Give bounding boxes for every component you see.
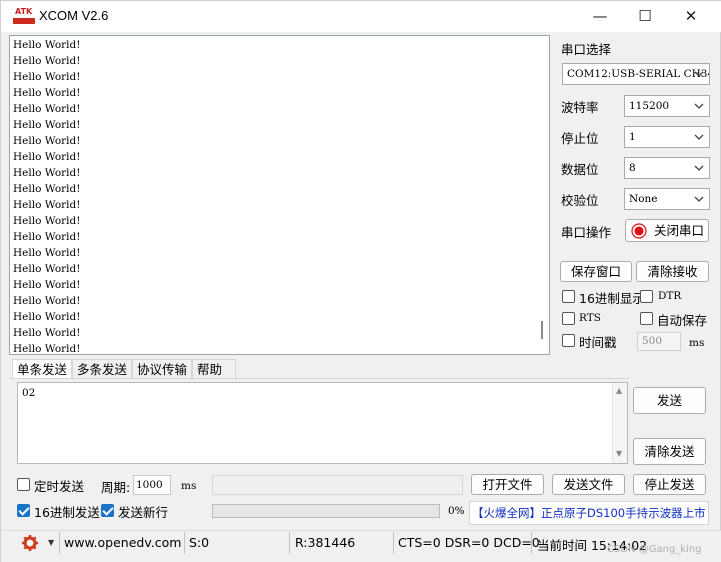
received-count[interactable]: R:381446 (295, 535, 355, 550)
hex-send-checkbox[interactable] (17, 504, 30, 517)
send-newline-label: 发送新行 (118, 505, 169, 520)
chevron-down-icon (694, 71, 704, 77)
tab-single-send[interactable]: 单条发送 (12, 359, 72, 379)
save-window-button[interactable]: 保存窗口 (560, 261, 632, 282)
timestamp-input[interactable]: 500 (637, 332, 681, 351)
send-button[interactable]: 发送 (633, 387, 706, 414)
receive-line: Hello World! (13, 311, 81, 323)
receive-line: Hello World! (13, 231, 81, 243)
receive-line: Hello World! (13, 247, 81, 259)
send-input[interactable]: 02 (17, 382, 628, 464)
open-file-button[interactable]: 打开文件 (471, 474, 544, 495)
receive-line: Hello World! (13, 279, 81, 291)
xcom-window: ATK XCOM V2.6 — ☐ ✕ Hello World! Hello Wo… (0, 0, 721, 562)
rts-label: RTS (579, 312, 601, 324)
title-bar: ATK XCOM V2.6 — ☐ ✕ (1, 1, 721, 32)
receive-line: Hello World! (13, 343, 81, 355)
atk-logo-icon: ATK (13, 7, 35, 27)
receive-line: Hello World! (13, 183, 81, 195)
hex-send-label: 16进制发送 (34, 505, 100, 520)
receive-line: Hello World! (13, 215, 81, 227)
website-link[interactable]: www.openedv.com (64, 535, 181, 550)
status-separator (289, 532, 290, 554)
clear-send-button[interactable]: 清除发送 (633, 438, 706, 465)
status-separator (59, 532, 60, 554)
receive-line: Hello World! (13, 199, 81, 211)
send-newline-checkbox[interactable] (101, 504, 114, 517)
auto-save-label: 自动保存 (657, 313, 708, 328)
period-label: 周期: (101, 480, 131, 495)
sent-count: S:0 (189, 535, 210, 550)
data-bits-select[interactable]: 8 (624, 157, 710, 179)
port-select[interactable]: COM12:USB-SERIAL CH34 (562, 63, 710, 85)
receive-line: Hello World! (13, 103, 81, 115)
chevron-down-icon (694, 196, 704, 202)
port-select-label: 串口选择 (561, 42, 612, 57)
data-bits-label: 数据位 (561, 162, 599, 177)
rts-checkbox[interactable] (562, 312, 575, 325)
timestamp-checkbox[interactable] (562, 334, 575, 347)
send-progress-bar (212, 504, 440, 518)
receive-scrollbar[interactable] (541, 321, 543, 339)
period-unit: ms (181, 480, 197, 492)
send-file-button[interactable]: 发送文件 (552, 474, 625, 495)
watermark: CSDN @Gang_king (607, 544, 702, 555)
parity-label: 校验位 (561, 193, 599, 208)
tab-protocol[interactable]: 协议传输 (132, 359, 192, 379)
receive-line: Hello World! (13, 295, 81, 307)
dtr-checkbox[interactable] (640, 290, 653, 303)
tab-divider (9, 378, 629, 379)
receive-line: Hello World! (13, 39, 81, 51)
maximize-button[interactable]: ☐ (622, 1, 668, 32)
status-separator (184, 532, 185, 554)
receive-text: Hello World! Hello World! Hello World! Hell… (13, 37, 81, 355)
stop-bits-select[interactable]: 1 (624, 126, 710, 148)
receive-line: Hello World! (13, 71, 81, 83)
parity-select[interactable]: None (624, 188, 710, 210)
timed-send-label: 定时发送 (34, 479, 85, 494)
receive-line: Hello World! (13, 55, 81, 67)
receive-area[interactable]: Hello World! Hello World! Hello World! Hell… (9, 35, 550, 355)
chevron-down-icon[interactable]: ▼ (48, 538, 54, 547)
close-port-button[interactable]: 关闭串口 (625, 219, 709, 242)
file-path-field[interactable] (212, 475, 463, 495)
timestamp-label: 时间戳 (579, 335, 617, 350)
send-progress-label: 0% (448, 505, 465, 517)
chevron-down-icon (694, 165, 704, 171)
dtr-label: DTR (658, 290, 682, 302)
receive-line: Hello World! (13, 151, 81, 163)
hex-display-checkbox[interactable] (562, 290, 575, 303)
chevron-down-icon (694, 134, 704, 140)
tab-help[interactable]: 帮助 (192, 359, 236, 379)
timed-send-checkbox[interactable] (17, 478, 30, 491)
stop-send-button[interactable]: 停止发送 (633, 474, 706, 495)
minimize-button[interactable]: — (577, 1, 623, 32)
auto-save-checkbox[interactable] (640, 312, 653, 325)
tab-multi-send[interactable]: 多条发送 (72, 359, 132, 379)
receive-line: Hello World! (13, 327, 81, 339)
port-operation-label: 串口操作 (561, 225, 612, 240)
period-input[interactable]: 1000 (133, 475, 171, 495)
status-separator (531, 532, 532, 554)
receive-line: Hello World! (13, 87, 81, 99)
send-scrollbar[interactable]: ▲ ▼ (612, 383, 627, 463)
close-button[interactable]: ✕ (668, 1, 714, 32)
gear-icon[interactable] (21, 534, 39, 552)
chevron-down-icon (694, 103, 704, 109)
clear-receive-button[interactable]: 清除接收 (636, 261, 709, 282)
stop-bits-label: 停止位 (561, 131, 599, 146)
status-separator (393, 532, 394, 554)
receive-line: Hello World! (13, 263, 81, 275)
record-dot-icon (631, 223, 647, 239)
ad-banner-link[interactable]: 【火爆全网】正点原子DS100手持示波器上市 (469, 501, 709, 525)
receive-line: Hello World! (13, 119, 81, 131)
line-status: CTS=0 DSR=0 DCD=0 (398, 535, 540, 550)
baud-select[interactable]: 115200 (624, 95, 710, 117)
baud-label: 波特率 (561, 100, 599, 115)
window-title: XCOM V2.6 (39, 8, 109, 23)
timestamp-unit: ms (689, 337, 705, 349)
receive-line: Hello World! (13, 135, 81, 147)
hex-display-label: 16进制显示 (579, 291, 645, 306)
receive-line: Hello World! (13, 167, 81, 179)
